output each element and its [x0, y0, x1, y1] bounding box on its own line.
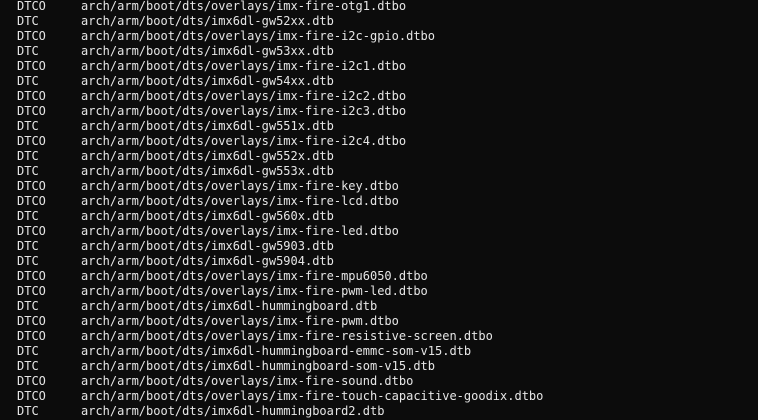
terminal-line: DTC arch/arm/boot/dts/imx6dl-hummingboard… [0, 404, 543, 419]
terminal-line: DTCO arch/arm/boot/dts/overlays/imx-fire-… [0, 284, 543, 299]
build-output-path: arch/arm/boot/dts/imx6dl-gw52xx.dtb [81, 14, 334, 28]
terminal-output: DTCO arch/arm/boot/dts/overlays/imx-fire-… [0, 0, 543, 419]
terminal-line: DTC arch/arm/boot/dts/imx6dl-gw53xx.dtb [0, 44, 543, 59]
build-step-tag: DTCO [17, 104, 46, 118]
terminal-line: DTCO arch/arm/boot/dts/overlays/imx-fire-… [0, 104, 543, 119]
build-step-tag: DTC [17, 164, 39, 178]
build-output-path: arch/arm/boot/dts/imx6dl-gw5904.dtb [81, 254, 334, 268]
build-output-path: arch/arm/boot/dts/overlays/imx-fire-soun… [81, 374, 414, 388]
build-step-tag: DTCO [17, 59, 46, 73]
build-output-path: arch/arm/boot/dts/imx6dl-gw553x.dtb [81, 164, 334, 178]
terminal-line: DTC arch/arm/boot/dts/imx6dl-gw5903.dtb [0, 239, 543, 254]
terminal-window[interactable]: DTCO arch/arm/boot/dts/overlays/imx-fire-… [0, 0, 758, 420]
build-output-path: arch/arm/boot/dts/overlays/imx-fire-i2c2… [81, 89, 407, 103]
terminal-line: DTC arch/arm/boot/dts/imx6dl-gw5904.dtb [0, 254, 543, 269]
build-output-path: arch/arm/boot/dts/overlays/imx-fire-i2c1… [81, 59, 407, 73]
terminal-line: DTC arch/arm/boot/dts/imx6dl-gw560x.dtb [0, 209, 543, 224]
build-step-tag: DTC [17, 254, 39, 268]
build-step-tag: DTCO [17, 284, 46, 298]
build-step-tag: DTCO [17, 0, 46, 13]
build-step-tag: DTCO [17, 374, 46, 388]
terminal-line: DTC arch/arm/boot/dts/imx6dl-gw551x.dtb [0, 119, 543, 134]
build-output-path: arch/arm/boot/dts/overlays/imx-fire-i2c4… [81, 134, 407, 148]
terminal-line: DTCO arch/arm/boot/dts/overlays/imx-fire-… [0, 0, 543, 14]
build-output-path: arch/arm/boot/dts/imx6dl-hummingboard.dt… [81, 299, 378, 313]
build-step-tag: DTCO [17, 329, 46, 343]
terminal-line: DTCO arch/arm/boot/dts/overlays/imx-fire-… [0, 269, 543, 284]
build-step-tag: DTC [17, 299, 39, 313]
build-output-path: arch/arm/boot/dts/imx6dl-gw5903.dtb [81, 239, 334, 253]
build-output-path: arch/arm/boot/dts/imx6dl-gw551x.dtb [81, 119, 334, 133]
build-step-tag: DTC [17, 149, 39, 163]
build-step-tag: DTC [17, 74, 39, 88]
terminal-line: DTC arch/arm/boot/dts/imx6dl-gw552x.dtb [0, 149, 543, 164]
build-output-path: arch/arm/boot/dts/overlays/imx-fire-lcd.… [81, 194, 399, 208]
terminal-line: DTC arch/arm/boot/dts/imx6dl-gw553x.dtb [0, 164, 543, 179]
terminal-line: DTCO arch/arm/boot/dts/overlays/imx-fire-… [0, 314, 543, 329]
terminal-line: DTC arch/arm/boot/dts/imx6dl-gw52xx.dtb [0, 14, 543, 29]
build-step-tag: DTC [17, 404, 39, 418]
terminal-line: DTCO arch/arm/boot/dts/overlays/imx-fire-… [0, 329, 543, 344]
terminal-line: DTCO arch/arm/boot/dts/overlays/imx-fire-… [0, 179, 543, 194]
build-step-tag: DTCO [17, 29, 46, 43]
terminal-line: DTC arch/arm/boot/dts/imx6dl-hummingboard… [0, 299, 543, 314]
terminal-line: DTC arch/arm/boot/dts/imx6dl-hummingboard… [0, 359, 543, 374]
build-output-path: arch/arm/boot/dts/imx6dl-gw552x.dtb [81, 149, 334, 163]
build-step-tag: DTCO [17, 194, 46, 208]
build-output-path: arch/arm/boot/dts/imx6dl-hummingboard2.d… [81, 404, 385, 418]
terminal-line: DTCO arch/arm/boot/dts/overlays/imx-fire-… [0, 29, 543, 44]
terminal-line: DTC arch/arm/boot/dts/imx6dl-hummingboard… [0, 344, 543, 359]
build-output-path: arch/arm/boot/dts/imx6dl-hummingboard-so… [81, 359, 436, 373]
terminal-line: DTCO arch/arm/boot/dts/overlays/imx-fire-… [0, 224, 543, 239]
terminal-line: DTCO arch/arm/boot/dts/overlays/imx-fire-… [0, 134, 543, 149]
terminal-line: DTC arch/arm/boot/dts/imx6dl-gw54xx.dtb [0, 74, 543, 89]
terminal-line: DTCO arch/arm/boot/dts/overlays/imx-fire-… [0, 59, 543, 74]
build-output-path: arch/arm/boot/dts/overlays/imx-fire-resi… [81, 329, 493, 343]
build-output-path: arch/arm/boot/dts/imx6dl-gw560x.dtb [81, 209, 334, 223]
terminal-line: DTCO arch/arm/boot/dts/overlays/imx-fire-… [0, 389, 543, 404]
build-output-path: arch/arm/boot/dts/overlays/imx-fire-pwm.… [81, 314, 399, 328]
build-step-tag: DTCO [17, 389, 46, 403]
build-output-path: arch/arm/boot/dts/overlays/imx-fire-touc… [81, 389, 544, 403]
build-step-tag: DTC [17, 14, 39, 28]
terminal-line: DTCO arch/arm/boot/dts/overlays/imx-fire-… [0, 89, 543, 104]
build-step-tag: DTC [17, 359, 39, 373]
build-output-path: arch/arm/boot/dts/overlays/imx-fire-pwm-… [81, 284, 428, 298]
build-step-tag: DTC [17, 344, 39, 358]
build-output-path: arch/arm/boot/dts/overlays/imx-fire-led.… [81, 224, 399, 238]
build-output-path: arch/arm/boot/dts/imx6dl-gw54xx.dtb [81, 74, 334, 88]
build-output-path: arch/arm/boot/dts/overlays/imx-fire-otg1… [81, 0, 407, 13]
build-step-tag: DTCO [17, 179, 46, 193]
build-output-path: arch/arm/boot/dts/imx6dl-hummingboard-em… [81, 344, 472, 358]
build-step-tag: DTCO [17, 269, 46, 283]
build-step-tag: DTC [17, 119, 39, 133]
build-output-path: arch/arm/boot/dts/overlays/imx-fire-i2c-… [81, 29, 436, 43]
build-step-tag: DTC [17, 239, 39, 253]
build-step-tag: DTCO [17, 314, 46, 328]
terminal-line: DTCO arch/arm/boot/dts/overlays/imx-fire-… [0, 374, 543, 389]
build-output-path: arch/arm/boot/dts/overlays/imx-fire-mpu6… [81, 269, 428, 283]
build-output-path: arch/arm/boot/dts/overlays/imx-fire-key.… [81, 179, 399, 193]
build-output-path: arch/arm/boot/dts/imx6dl-gw53xx.dtb [81, 44, 334, 58]
build-step-tag: DTC [17, 44, 39, 58]
build-step-tag: DTCO [17, 89, 46, 103]
build-step-tag: DTCO [17, 224, 46, 238]
build-output-path: arch/arm/boot/dts/overlays/imx-fire-i2c3… [81, 104, 407, 118]
build-step-tag: DTC [17, 209, 39, 223]
terminal-line: DTCO arch/arm/boot/dts/overlays/imx-fire-… [0, 194, 543, 209]
build-step-tag: DTCO [17, 134, 46, 148]
